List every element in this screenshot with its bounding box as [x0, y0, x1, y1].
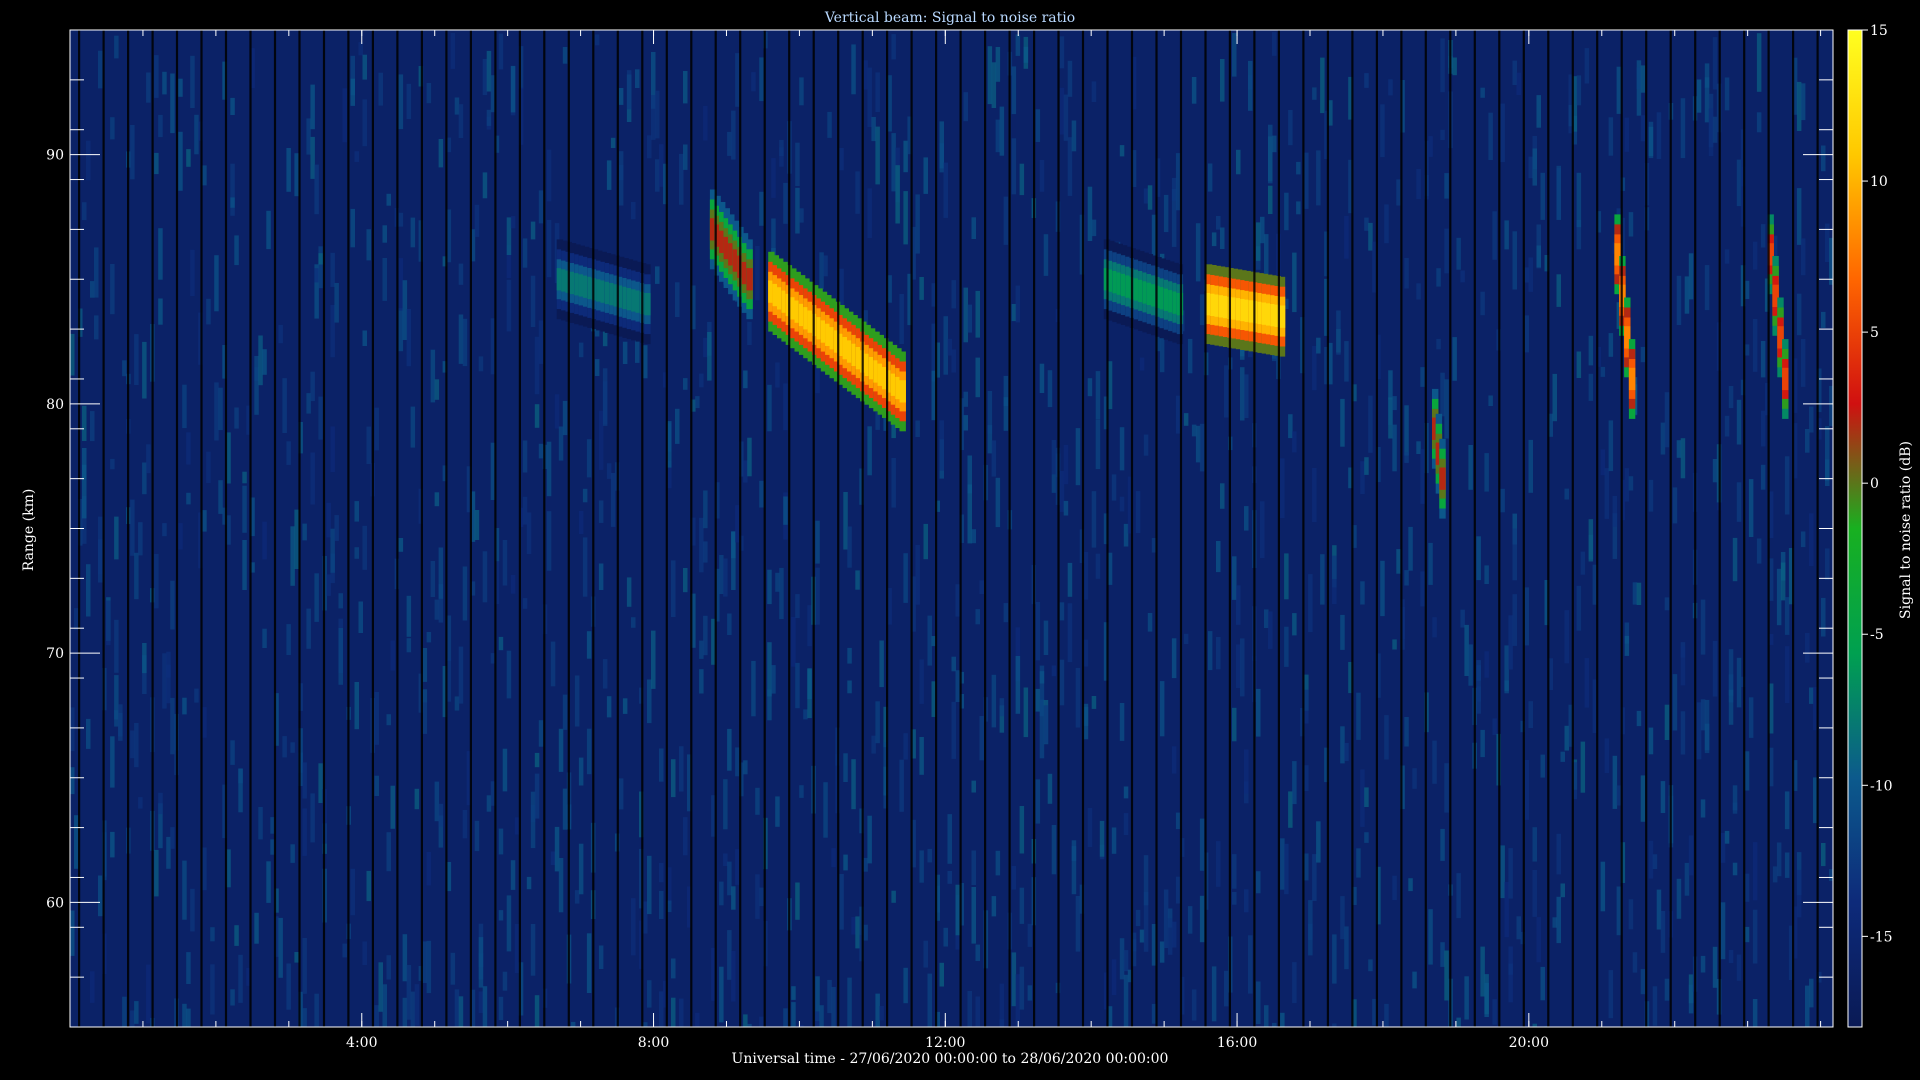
x-tick-label: 8:00 — [638, 1035, 669, 1051]
x-tick-label: 16:00 — [1217, 1035, 1257, 1051]
y-tick-label: 90 — [46, 148, 64, 164]
colorbar-tick-label: 15 — [1870, 23, 1888, 39]
y-tick-label: 70 — [46, 646, 64, 662]
x-tick-label: 4:00 — [346, 1035, 377, 1051]
colorbar-scale — [1847, 29, 1863, 1028]
colorbar-tick-label: 0 — [1870, 476, 1879, 492]
echo-feature — [1205, 264, 1286, 357]
colorbar-label: Signal to noise ratio (dB) — [1898, 441, 1914, 619]
x-axis-label: Universal time - 27/06/2020 00:00:00 to … — [732, 1051, 1169, 1067]
colorbar-tick-label: -15 — [1870, 929, 1893, 945]
snr-chart: Vertical beam: Signal to noise ratio 4:0… — [21, 10, 1914, 1067]
chart-title: Vertical beam: Signal to noise ratio — [824, 10, 1075, 26]
colorbar-tick-label: 10 — [1870, 174, 1888, 190]
y-axis-label: Range (km) — [21, 489, 37, 572]
y-tick-label: 60 — [46, 895, 64, 911]
x-tick-label: 12:00 — [925, 1035, 965, 1051]
colorbar: -15 -10 -5 0 5 10 15 — [1847, 23, 1893, 1028]
y-tick-label: 80 — [46, 397, 64, 413]
colorbar-tick-label: -10 — [1870, 778, 1893, 794]
plot-area — [70, 30, 1834, 1027]
x-tick-label: 20:00 — [1509, 1035, 1549, 1051]
colorbar-tick-label: -5 — [1870, 627, 1884, 643]
colorbar-tick-label: 5 — [1870, 325, 1879, 341]
